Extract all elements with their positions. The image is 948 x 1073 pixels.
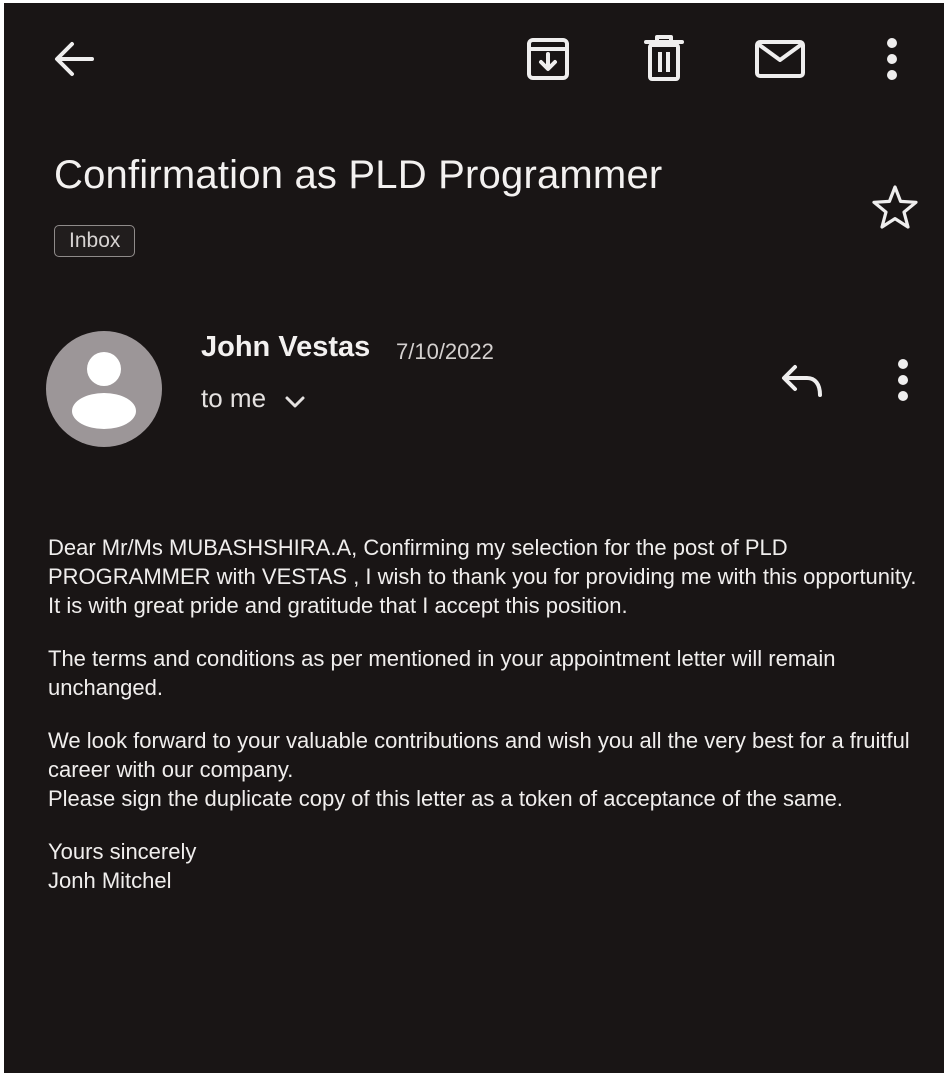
reply-icon bbox=[782, 365, 822, 397]
body-line: We look forward to your valuable contrib… bbox=[48, 728, 910, 782]
message-more-options-button[interactable] bbox=[882, 353, 924, 407]
more-options-button[interactable] bbox=[870, 31, 914, 87]
avatar[interactable] bbox=[46, 331, 162, 447]
person-icon bbox=[72, 352, 136, 429]
reply-button[interactable] bbox=[774, 355, 830, 407]
mark-unread-icon bbox=[755, 40, 805, 78]
body-line: Please sign the duplicate copy of this l… bbox=[48, 786, 843, 811]
recipient-label: to me bbox=[201, 383, 267, 413]
email-view: Confirmation as PLD Programmer Inbox Joh… bbox=[4, 3, 944, 1073]
back-arrow-icon bbox=[55, 42, 94, 76]
signature-block: Yours sincerely Jonh Mitchel bbox=[48, 837, 928, 895]
body-paragraph: Dear Mr/Ms MUBASHSHIRA.A, Confirming my … bbox=[48, 535, 917, 618]
chevron-down-icon bbox=[285, 396, 305, 407]
delete-button[interactable] bbox=[636, 29, 692, 87]
delete-icon bbox=[644, 35, 684, 81]
recipient-details-toggle[interactable]: to me bbox=[201, 383, 306, 414]
archive-icon bbox=[527, 38, 569, 80]
signature-name: Jonh Mitchel bbox=[48, 868, 172, 893]
body-paragraph: The terms and conditions as per mentione… bbox=[48, 646, 836, 700]
archive-button[interactable] bbox=[520, 31, 576, 87]
mark-unread-button[interactable] bbox=[750, 33, 810, 85]
inbox-label-chip[interactable]: Inbox bbox=[54, 225, 136, 257]
email-body: Dear Mr/Ms MUBASHSHIRA.A, Confirming my … bbox=[48, 533, 928, 919]
star-icon bbox=[872, 185, 918, 229]
sent-date: 7/10/2022 bbox=[396, 339, 494, 364]
sender-name: John Vestas bbox=[201, 331, 371, 363]
star-button[interactable] bbox=[868, 181, 922, 233]
more-vert-icon bbox=[898, 359, 908, 401]
back-button[interactable] bbox=[46, 33, 102, 85]
closing-text: Yours sincerely bbox=[48, 839, 197, 864]
body-paragraph: We look forward to your valuable contrib… bbox=[48, 726, 928, 813]
more-vert-icon bbox=[887, 38, 897, 80]
email-subject: Confirmation as PLD Programmer bbox=[54, 153, 663, 197]
